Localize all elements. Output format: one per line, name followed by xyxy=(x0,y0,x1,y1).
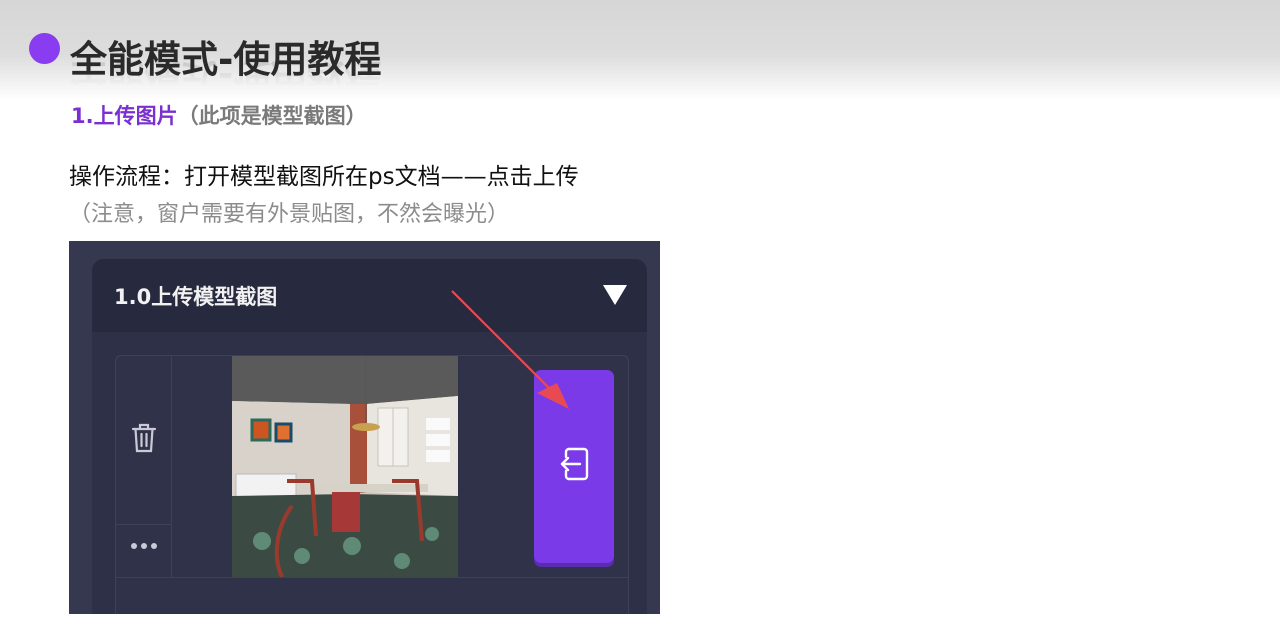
upload-panel-screenshot: 1.0上传模型截图 xyxy=(69,241,660,614)
more-dots-icon[interactable] xyxy=(129,541,159,551)
step-label: 1.上传图片 xyxy=(71,104,178,128)
triangle-down-icon[interactable] xyxy=(603,285,627,305)
step-note: （此项是模型截图） xyxy=(177,104,367,128)
import-icon xyxy=(560,447,589,481)
sidebar-divider xyxy=(116,524,171,525)
instruction-note: （注意，窗户需要有外景贴图，不然会曝光） xyxy=(69,202,510,227)
trash-icon[interactable] xyxy=(131,422,157,454)
upload-panel: 1.0上传模型截图 xyxy=(92,259,647,614)
panel-title: 1.0上传模型截图 xyxy=(114,285,278,309)
slot-sidebar xyxy=(116,356,172,577)
slot-divider xyxy=(116,577,628,578)
image-slot xyxy=(115,355,629,614)
dining-room-thumbnail[interactable] xyxy=(232,356,458,577)
title-bullet-icon xyxy=(29,33,60,64)
upload-button[interactable] xyxy=(534,370,614,563)
panel-header[interactable]: 1.0上传模型截图 xyxy=(92,259,647,332)
step-heading: 1.上传图片（此项是模型截图） xyxy=(71,100,367,130)
instruction-text: 操作流程：打开模型截图所在ps文档——点击上传 xyxy=(69,164,579,190)
